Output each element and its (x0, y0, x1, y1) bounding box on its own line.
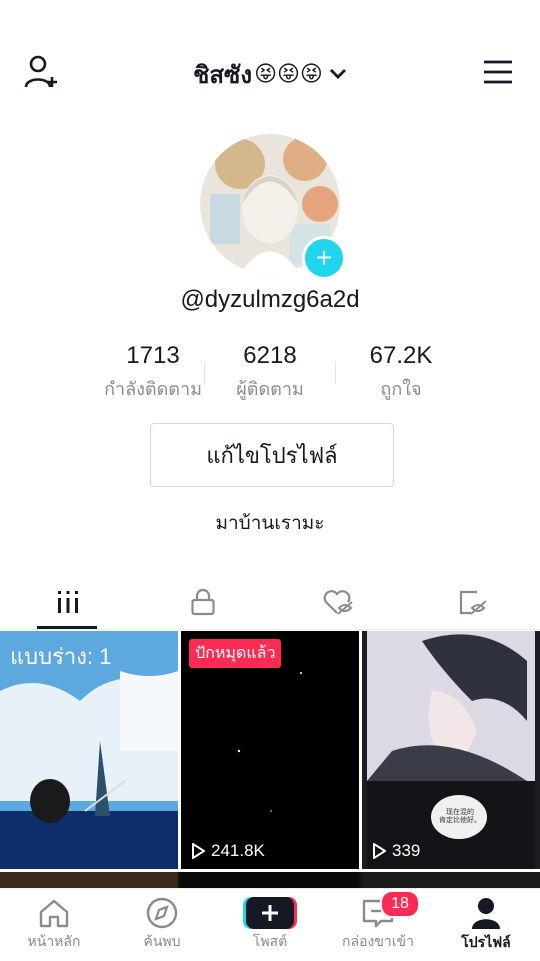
chevron-down-icon (329, 69, 346, 79)
nav-home[interactable]: หน้าหลัก (0, 889, 108, 961)
bio: มาบ้านเรามะ (215, 513, 325, 534)
profile-icon (472, 898, 500, 929)
menu-button[interactable] (474, 48, 522, 96)
home-icon (39, 899, 69, 928)
nav-home-label: หน้าหลัก (27, 933, 81, 949)
saved-hidden-icon (459, 590, 487, 615)
video-thumbnail-partial[interactable] (362, 872, 540, 888)
active-tab-indicator (37, 626, 97, 629)
draft-label: แบบร่าง: 1 (10, 644, 112, 669)
post-button-shape (246, 897, 294, 929)
next-row-thumbnails (0, 872, 540, 888)
likes-label: ถูกใจ (380, 379, 422, 399)
add-friend-button[interactable] (18, 48, 66, 96)
compass-icon (146, 897, 178, 929)
video-thumbnail-partial[interactable] (0, 872, 178, 888)
hamburger-icon (484, 60, 512, 84)
username: @dyzulmzg6a2d (180, 286, 360, 313)
tab-saved[interactable] (405, 575, 540, 629)
grid-icon (57, 591, 78, 613)
plus-icon: + (315, 242, 333, 273)
view-count-text: 339 (392, 841, 421, 860)
followers-count: 6218 (243, 342, 297, 369)
inbox-notification-badge: 18 (380, 890, 420, 918)
content-tabs (0, 575, 540, 630)
account-switcher[interactable]: ชิสซัง 😝😝😝 (150, 54, 390, 94)
view-count: 339 (372, 841, 420, 861)
account-name: ชิสซัง (193, 61, 253, 89)
nav-inbox-label: กล่องขาเข้า (342, 933, 414, 949)
play-icon (373, 843, 386, 859)
nav-profile[interactable]: โปรไฟล์ (432, 889, 540, 961)
pinned-badge: ปักหมุดแล้ว (189, 639, 282, 668)
nav-post-label: โพสต์ (252, 933, 288, 949)
play-icon (192, 843, 205, 859)
nav-discover[interactable]: ค้นพบ (108, 889, 216, 961)
video-thumbnail-partial[interactable] (181, 872, 359, 888)
speech-bubble-text: 现在混的 肯定比他好。 (439, 809, 481, 825)
nav-profile-label: โปรไฟล์ (461, 934, 511, 950)
likes-stat[interactable]: 67.2K ถูกใจ (326, 342, 476, 403)
view-count-text: 241.8K (211, 841, 265, 860)
view-count: 241.8K (191, 841, 265, 861)
edit-profile-button[interactable]: แก้ไขโปรไฟล์ (150, 423, 394, 487)
likes-count: 67.2K (369, 342, 433, 369)
liked-hidden-icon (323, 590, 353, 615)
tab-liked[interactable] (270, 575, 405, 629)
video-preview-image (362, 631, 540, 869)
video-thumbnail[interactable]: 现在混的 肯定比他好。 339 (362, 631, 540, 869)
lock-icon (190, 588, 215, 616)
nav-post[interactable]: โพสต์ (216, 889, 324, 961)
video-thumbnail-draft[interactable]: แบบร่าง: 1 (0, 631, 178, 869)
video-thumbnail-pinned[interactable]: ปักหมุดแล้ว 241.8K (181, 631, 359, 869)
nav-discover-label: ค้นพบ (143, 933, 181, 949)
tab-private[interactable] (135, 575, 270, 629)
add-user-icon (24, 55, 57, 88)
account-emojis: 😝😝😝 (254, 61, 323, 86)
followers-label: ผู้ติดตาม (236, 379, 304, 399)
tab-videos[interactable] (0, 575, 135, 629)
plus-icon (262, 905, 278, 921)
bottom-navigation: หน้าหลัก ค้นพบ โพสต์ กล่องขาเข้า โปรไฟล์ (0, 888, 540, 961)
add-avatar-button[interactable]: + (302, 236, 346, 280)
followers-stat[interactable]: 6218 ผู้ติดตาม (195, 342, 345, 403)
